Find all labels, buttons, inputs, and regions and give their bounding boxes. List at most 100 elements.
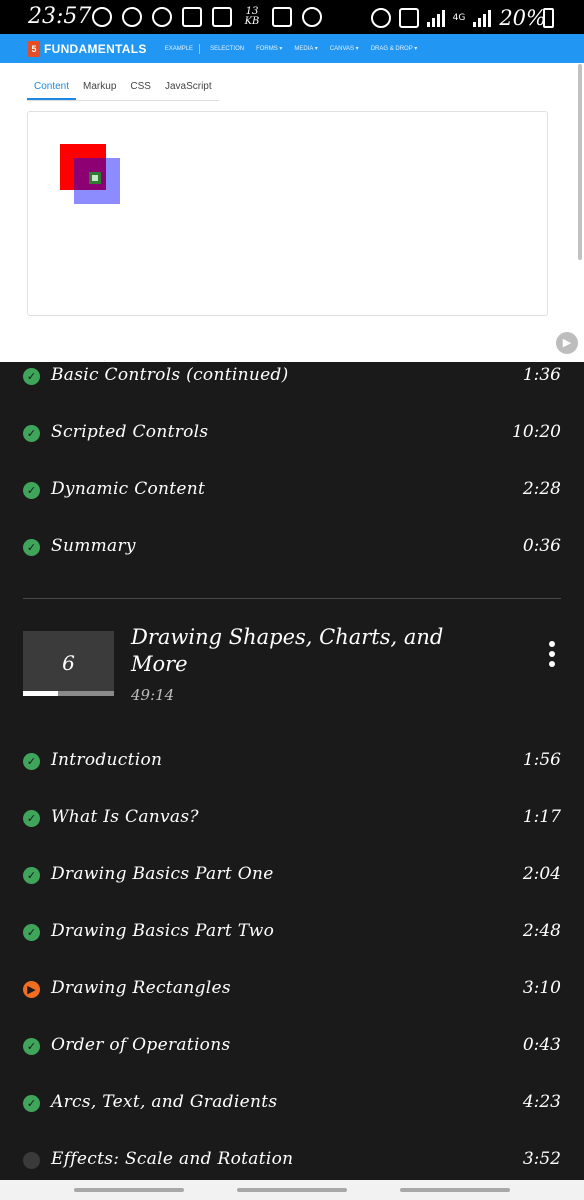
system-icons: 4G 20% (370, 6, 546, 30)
gesture-pill-right[interactable] (400, 1188, 510, 1192)
gesture-bar (0, 1180, 584, 1200)
completed-check-icon: ✓ (23, 539, 40, 556)
pinterest-icon (122, 7, 142, 27)
network-type: 4G (452, 12, 466, 23)
completed-check-icon: ✓ (23, 1095, 40, 1112)
steam-icon (302, 7, 322, 27)
module-duration: 49:14 (131, 686, 175, 704)
completed-check-icon: ✓ (23, 753, 40, 770)
clip-row[interactable]: ✓ Summary 0:36 (0, 528, 584, 568)
module-title: Drawing Shapes, Charts, and More (131, 625, 444, 676)
clip-duration: 4:23 (522, 1092, 561, 1112)
nav-canvas: CANVAS ▾ (329, 46, 359, 52)
clip-duration: 0:43 (522, 1035, 561, 1055)
clip-duration: 2:48 (522, 921, 561, 941)
checkbox-icon (212, 7, 232, 27)
battery-percent: 20% (499, 6, 546, 30)
module-number: 6 (62, 651, 75, 675)
completed-check-icon: ✓ (23, 368, 40, 385)
completed-check-icon: ✓ (23, 810, 40, 827)
not-started-icon (23, 1152, 40, 1169)
clip-title: Drawing Basics Part Two (51, 921, 275, 941)
clip-duration: 2:04 (522, 864, 561, 884)
gesture-pill-left[interactable] (74, 1188, 184, 1192)
clip-title: Order of Operations (51, 1035, 231, 1055)
notification-icons: 13 KB (92, 7, 322, 27)
nav-drag-drop: DRAG & DROP ▾ (370, 46, 418, 52)
clip-row[interactable]: ✓ Scripted Controls 10:20 (0, 414, 584, 454)
signal-icon (426, 9, 445, 27)
clip-row[interactable]: ✓ Basic Controls (continued) 1:36 (0, 357, 584, 397)
brand-name: FUNDAMENTALS (44, 41, 147, 56)
clip-duration: 0:36 (522, 536, 561, 556)
clip-row[interactable]: ✓ Arcs, Text, and Gradients 4:23 (0, 1084, 584, 1124)
module-progress (23, 691, 114, 696)
completed-check-icon: ✓ (23, 924, 40, 941)
module-header[interactable]: 6 Drawing Shapes, Charts, and More 49:14 (23, 625, 561, 720)
clip-title: What Is Canvas? (51, 807, 199, 827)
clip-title: Effects: Scale and Rotation (51, 1149, 294, 1169)
clock: 23:57 (28, 4, 92, 29)
tab-javascript: JavaScript (164, 81, 212, 92)
app-icon (152, 7, 172, 27)
nav-selection: SELECTION (210, 45, 245, 52)
clip-row[interactable]: ▶ Drawing Rectangles 3:10 (0, 970, 584, 1010)
clip-title: Basic Controls (continued) (51, 365, 289, 385)
nav-example: EXAMPLE (164, 45, 194, 52)
clip-row[interactable]: Effects: Scale and Rotation 3:52 (0, 1141, 584, 1181)
course-contents: ✓ Basic Controls (continued) 1:36 ✓ Scripted… (0, 362, 584, 1180)
clip-duration: 3:10 (522, 978, 561, 998)
now-playing-icon: ▶ (23, 981, 40, 998)
completed-check-icon: ✓ (23, 482, 40, 499)
clip-row[interactable]: ✓ What Is Canvas? 1:17 (0, 799, 584, 839)
alarm-icon (370, 8, 391, 28)
clip-duration: 1:56 (522, 750, 561, 770)
html5-logo-icon: 5 (28, 40, 40, 57)
module-thumbnail: 6 (23, 631, 114, 696)
clip-title: Drawing Basics Part One (51, 864, 274, 884)
gmail-icon (272, 7, 292, 27)
nav-divider (199, 43, 201, 54)
clip-duration: 2:28 (522, 479, 561, 499)
clip-duration: 10:20 (512, 422, 561, 442)
clip-row[interactable]: ✓ Drawing Basics Part Two 2:48 (0, 913, 584, 953)
demo-tabs: Content Markup CSS JavaScript (27, 76, 219, 101)
mute-icon (398, 8, 419, 28)
demo-navbar: 5 FUNDAMENTALS EXAMPLE SELECTION FORMS ▾… (0, 34, 584, 63)
status-bar: 23:57 13 KB 4G 20% (0, 0, 584, 34)
clip-row[interactable]: ✓ Drawing Basics Part One 2:04 (0, 856, 584, 896)
clip-title: Introduction (51, 750, 163, 770)
more-options-icon[interactable] (549, 641, 555, 667)
webview-scrollbar (578, 64, 582, 260)
tray-icon (182, 7, 202, 27)
completed-check-icon: ✓ (23, 1038, 40, 1055)
clip-title: Scripted Controls (51, 422, 209, 442)
cleared-square (92, 175, 98, 181)
signal-icon-2 (473, 9, 492, 27)
battery-icon (543, 8, 554, 28)
video-player[interactable]: 5 FUNDAMENTALS EXAMPLE SELECTION FORMS ▾… (0, 34, 584, 362)
clip-row[interactable]: ✓ Order of Operations 0:43 (0, 1027, 584, 1067)
gesture-pill-home[interactable] (237, 1188, 347, 1192)
completed-check-icon: ✓ (23, 425, 40, 442)
clip-title: Drawing Rectangles (51, 978, 231, 998)
clip-duration: 1:17 (522, 807, 561, 827)
data-rate: 13 KB (244, 6, 260, 27)
play-icon[interactable]: ▶ (556, 332, 578, 354)
clip-row[interactable]: ✓ Introduction 1:56 (0, 742, 584, 782)
clip-duration: 3:52 (522, 1149, 561, 1169)
nav-media: MEDIA ▾ (294, 46, 318, 52)
clip-title: Arcs, Text, and Gradients (51, 1092, 278, 1112)
clip-duration: 1:36 (522, 365, 561, 385)
clip-title: Dynamic Content (51, 479, 206, 499)
completed-check-icon: ✓ (23, 867, 40, 884)
play-store-icon (92, 7, 112, 27)
canvas-demo (27, 111, 548, 316)
module-divider (23, 598, 561, 599)
clip-title: Summary (51, 536, 136, 556)
tab-content: Content (27, 76, 77, 100)
module-progress-fill (23, 691, 58, 696)
tab-markup: Markup (83, 81, 117, 92)
clip-row[interactable]: ✓ Dynamic Content 2:28 (0, 471, 584, 511)
nav-forms: FORMS ▾ (256, 46, 283, 52)
